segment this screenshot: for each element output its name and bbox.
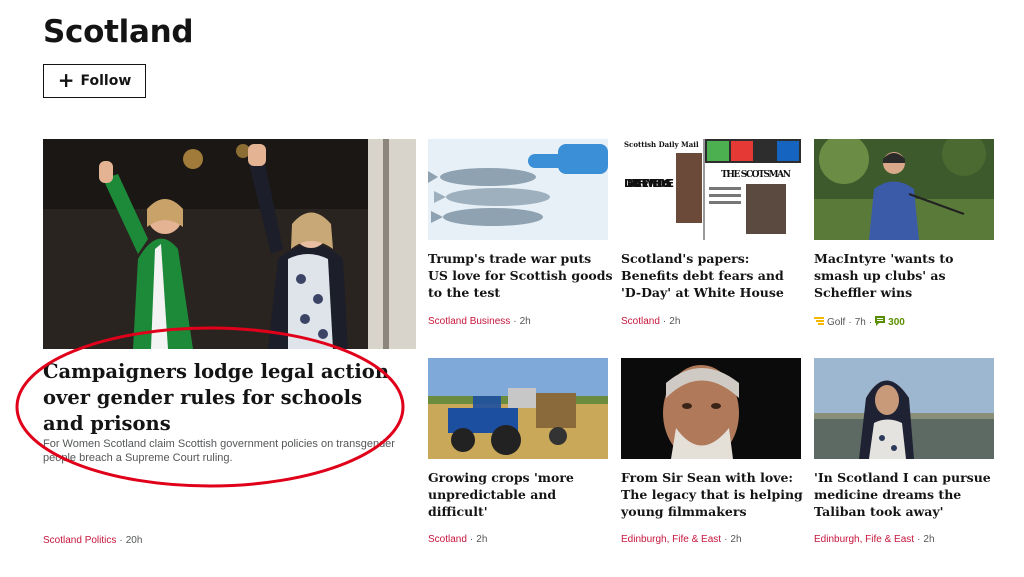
story-headline[interactable]: MacIntyre 'wants to smash up clubs' as S… [814,250,999,301]
meta-separator: · [662,316,667,327]
story-time: 2h [923,534,935,545]
plus-icon: + [57,68,75,92]
story-headline[interactable]: Growing crops 'more unpredictable and di… [428,469,613,520]
story-headline[interactable]: From Sir Sean with love: The legacy that… [621,469,806,520]
newspaper-masthead-1: Scottish Daily Mail [624,140,699,149]
story-meta: Golf · 7h · 300 [814,316,905,329]
lead-story-image[interactable] [43,139,416,349]
story-image[interactable] [621,358,801,459]
story-time: 2h [669,316,681,327]
story-card[interactable]: Scottish Daily Mail D-DAY AT THE WHITE H… [621,139,801,327]
lead-headline[interactable]: Campaigners lodge legal action over gend… [43,359,408,437]
story-category[interactable]: Scotland Business [428,316,510,327]
story-card[interactable]: Growing crops 'more unpredictable and di… [428,358,608,545]
story-meta: Edinburgh, Fife & East · 2h [621,534,742,545]
comment-count[interactable]: 300 [888,317,905,328]
story-meta: Scotland Business · 2h [428,316,531,327]
comment-icon [875,316,886,329]
newspaper-headline-1: D-DAY AT THE WHITE HOUSE [624,177,674,190]
follow-button[interactable]: + Follow [43,64,146,98]
story-category[interactable]: Scotland [428,534,467,545]
story-category[interactable]: Edinburgh, Fife & East [814,534,914,545]
newspaper-masthead-2: THE SCOTSMAN [721,170,791,180]
meta-separator: · [469,534,474,545]
story-card[interactable]: 'In Scotland I can pursue medicine dream… [814,358,994,545]
story-image[interactable] [814,358,994,459]
story-time: 2h [730,534,742,545]
lead-meta: Scotland Politics · 20h [43,535,142,546]
story-image[interactable] [428,358,608,459]
meta-separator: · [848,317,852,328]
meta-separator: · [868,317,873,328]
page-title: Scotland [43,14,194,50]
story-card[interactable]: From Sir Sean with love: The legacy that… [621,358,803,545]
meta-separator: · [724,534,728,545]
story-image[interactable]: Scottish Daily Mail D-DAY AT THE WHITE H… [621,139,801,240]
story-headline[interactable]: Scotland's papers: Benefits debt fears a… [621,250,806,301]
story-card[interactable]: Trump's trade war puts US love for Scott… [428,139,613,327]
story-image[interactable] [814,139,994,240]
story-meta: Scotland · 2h [428,534,487,545]
story-time: 2h [519,316,531,327]
story-time: 7h [854,317,866,328]
lead-category[interactable]: Scotland Politics [43,535,116,546]
story-time: 2h [476,534,488,545]
golf-icon [814,316,824,329]
meta-separator: · [513,316,517,327]
meta-separator: · [917,534,921,545]
story-meta: Scotland · 2h [621,316,680,327]
lead-summary: For Women Scotland claim Scottish govern… [43,438,395,464]
story-headline[interactable]: 'In Scotland I can pursue medicine dream… [814,469,999,520]
meta-separator: · [119,535,123,546]
lead-story[interactable]: Campaigners lodge legal action over gend… [43,139,416,559]
story-card[interactable]: MacIntyre 'wants to smash up clubs' as S… [814,139,994,328]
follow-label: Follow [80,73,132,89]
story-category[interactable]: Edinburgh, Fife & East [621,534,721,545]
lead-time: 20h [125,535,143,546]
story-meta: Edinburgh, Fife & East · 2h [814,534,935,545]
story-category[interactable]: Scotland [621,316,660,327]
story-headline[interactable]: Trump's trade war puts US love for Scott… [428,250,613,301]
story-image[interactable] [428,139,608,240]
story-category[interactable]: Golf [827,317,845,328]
